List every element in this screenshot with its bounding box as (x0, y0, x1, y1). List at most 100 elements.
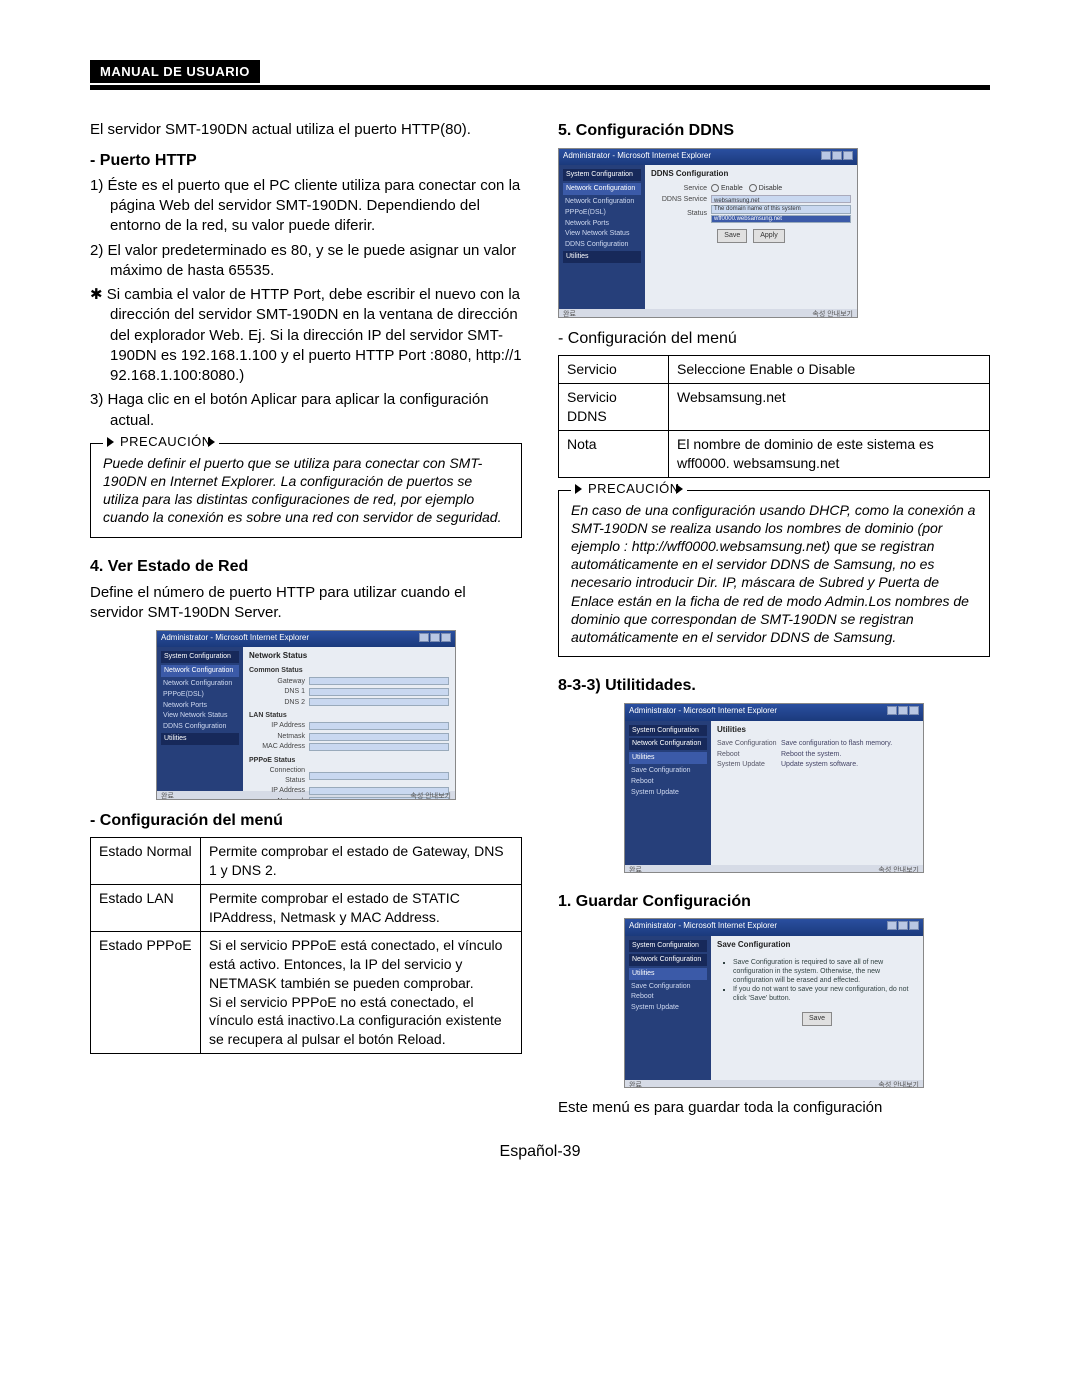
ss-field (309, 722, 449, 730)
ss-title: Administrator - Microsoft Internet Explo… (629, 706, 777, 719)
close-icon (843, 151, 853, 160)
ss-label: IP Address (249, 786, 309, 795)
maximize-icon (898, 921, 908, 930)
network-status-table: Estado NormalPermite comprobar el estado… (90, 837, 522, 1054)
ss-side-sys: System Configuration (629, 725, 707, 737)
ss-item: System Update (629, 788, 707, 798)
ss-item: View Network Status (161, 711, 239, 721)
menu-config-heading-left: Configuración del menú (90, 810, 522, 832)
ss-val: Reboot the system. (781, 750, 917, 759)
ss-main-title: Utilities (717, 725, 917, 736)
table-cell: Permite comprobar el estado de STATIC IP… (201, 885, 522, 932)
ss-main-title: Network Status (249, 651, 449, 662)
ss-key: Reboot (717, 750, 781, 759)
ss-item: Save Configuration (629, 982, 707, 992)
precaution-box-1: PRECAUCIÓN Puede definir el puerto que s… (90, 443, 522, 538)
minimize-icon (419, 633, 429, 642)
ss-label: IP Address (249, 721, 309, 730)
ss-radio-label: Disable (759, 185, 782, 192)
ss-group: PPPoE Status (249, 756, 449, 765)
precaution-label-1: PRECAUCIÓN (103, 434, 219, 451)
section-4-heading: 4. Ver Estado de Red (90, 556, 522, 578)
ss-field: websamsung.net (711, 195, 851, 203)
ss-group: LAN Status (249, 711, 449, 720)
ss-item: Save Configuration (629, 766, 707, 776)
ss-value: websamsung.net (712, 198, 759, 204)
ss-title: Administrator - Microsoft Internet Explo… (563, 151, 711, 164)
ss-item: DDNS Configuration (161, 722, 239, 732)
close-icon (909, 706, 919, 715)
precaution-box-2: PRECAUCIÓN En caso de una configuración … (558, 490, 990, 658)
ss-side-sys: System Configuration (161, 651, 239, 663)
ss-field (309, 733, 449, 741)
ss-side-sys: System Configuration (629, 940, 707, 952)
manual-label: MANUAL DE USUARIO (90, 60, 260, 83)
http-item-1: 1) Éste es el puerto que el PC cliente u… (90, 176, 522, 237)
table-cell: Nota (559, 430, 669, 477)
minimize-icon (887, 921, 897, 930)
ss-field (309, 772, 449, 780)
ss-item: DDNS Configuration (563, 240, 641, 250)
ss-key: System Update (717, 760, 781, 769)
http-item-2: 2) El valor predeterminado es 80, y se l… (90, 241, 522, 282)
minimize-icon (887, 706, 897, 715)
menu-config-heading-right: Configuración del menú (558, 328, 990, 350)
ss-side-net: Network Configuration (629, 954, 707, 966)
table-cell: Websamsung.net (669, 384, 990, 431)
ss-field (309, 698, 449, 706)
table-cell: Permite comprobar el estado de Gateway, … (201, 838, 522, 885)
ss-side-util: Utilities (161, 733, 239, 745)
table-cell: Servicio (559, 356, 669, 384)
ss-label: DNS 2 (249, 698, 309, 707)
ss-side-net: Network Configuration (563, 183, 641, 195)
table-cell: Si el servicio PPPoE está conectado, el … (201, 931, 522, 1053)
ss-radio-label: Enable (721, 185, 743, 192)
ss-label: Status (651, 209, 711, 218)
ss-main-title: Save Configuration (717, 940, 917, 951)
maximize-icon (430, 633, 440, 642)
ss-title: Administrator - Microsoft Internet Explo… (629, 921, 777, 934)
ss-item: PPPoE(DSL) (563, 208, 641, 218)
ss-side-util: Utilities (563, 251, 641, 263)
ss-status-line: wff0000.websamsung.net (711, 215, 851, 224)
right-column: 5. Configuración DDNS Administrator - Mi… (558, 120, 990, 1119)
ss-label: Netmask (249, 732, 309, 741)
ss-label: DDNS Service (651, 195, 711, 204)
ss-title: Administrator - Microsoft Internet Explo… (161, 633, 309, 646)
ss-label: MAC Address (249, 742, 309, 751)
ss-item: PPPoE(DSL) (161, 690, 239, 700)
ss-item: Reboot (629, 777, 707, 787)
utilities-screenshot: Administrator - Microsoft Internet Explo… (624, 703, 924, 873)
ss-save-button: Save (717, 229, 747, 242)
ss-side-net: Network Configuration (629, 738, 707, 750)
ss-item: View Network Status (563, 229, 641, 239)
ss-item: Network Ports (563, 219, 641, 229)
ss-item: Reboot (629, 992, 707, 1002)
section-4-body: Define el número de puerto HTTP para uti… (90, 583, 522, 624)
table-cell: Seleccione Enable o Disable (669, 356, 990, 384)
ss-main-title: DDNS Configuration (651, 169, 851, 180)
section-833-heading: 8-3-3) Utilitidades. (558, 675, 990, 697)
ss-note: If you do not want to save your new conf… (733, 985, 911, 1003)
table-cell: Servicio DDNS (559, 384, 669, 431)
ss-item: System Update (629, 1003, 707, 1013)
ss-status: 속성 안내보기 (878, 866, 919, 873)
ddns-screenshot: Administrator - Microsoft Internet Explo… (558, 148, 858, 318)
ss-field (309, 688, 449, 696)
close-icon (909, 921, 919, 930)
ss-val: Save configuration to flash memory. (781, 739, 917, 748)
ss-label: DNS 1 (249, 687, 309, 696)
ddns-table: ServicioSeleccione Enable o Disable Serv… (558, 355, 990, 477)
ss-status: 속성 안내보기 (410, 792, 451, 799)
ss-note: Save Configuration is required to save a… (733, 958, 911, 985)
minimize-icon (821, 151, 831, 160)
ss-label: Connection Status (249, 766, 309, 785)
ss-apply-button: Apply (753, 229, 785, 242)
table-cell: El nombre de dominio de este sistema es … (669, 430, 990, 477)
maximize-icon (832, 151, 842, 160)
http-port-list: 1) Éste es el puerto que el PC cliente u… (90, 176, 522, 431)
precaution-text-1: Puede definir el puerto que se utiliza p… (103, 455, 501, 526)
network-status-screenshot: Administrator - Microsoft Internet Explo… (156, 630, 456, 800)
ss-side-sys: System Configuration (563, 169, 641, 181)
precaution-text-2: En caso de una configuración usando DHCP… (571, 502, 975, 645)
